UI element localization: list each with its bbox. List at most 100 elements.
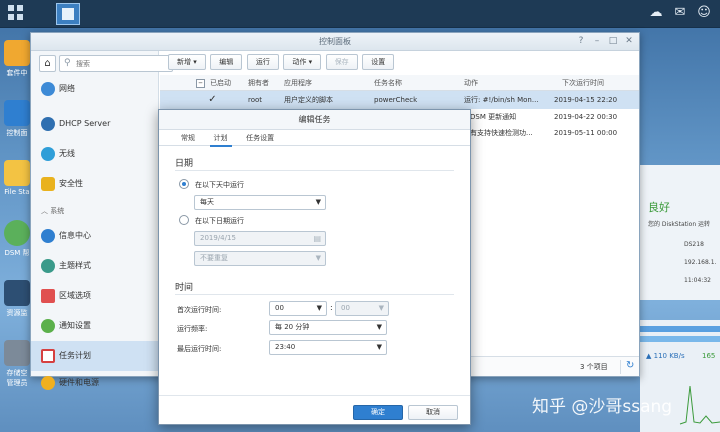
last-run-select[interactable]: 23:40 ▼ [269,340,387,355]
enabled-checkmark-icon[interactable]: ✓ [208,95,217,105]
sidebar-item-network[interactable]: 网络 [31,77,159,101]
palette-icon [41,259,55,273]
sidebar-group-system[interactable]: ︿ 系统 [31,203,159,219]
last-run-label: 最后运行时间: [177,345,222,353]
home-button[interactable]: ⌂ [39,55,56,72]
desktop-icon-dsm-help[interactable]: DSM 帮 [0,220,34,258]
package-icon [4,40,30,66]
taskbar: ☁ ✉ ☺ [0,0,720,28]
health-message: 您的 DiskStation 运转 [648,221,711,228]
cancel-button[interactable]: 取消 [408,405,458,420]
first-run-minute-select[interactable]: 00 ▼ [335,301,389,316]
dialog-title[interactable]: 编辑任务 [159,110,470,130]
time-value: 11:04:32 [684,277,711,284]
toolbar: 新增 ▾ 编辑 运行 动作 ▾ 保存 设置 [160,51,639,73]
tab-general[interactable]: 常规 [173,130,203,146]
sidebar-item-wireless[interactable]: 无线 [31,139,159,169]
sidebar-item-dhcp[interactable]: DHCP Server [31,109,159,139]
control-panel-taskbar-icon[interactable] [56,3,80,25]
time-section-title: 时间 [175,283,194,293]
sidebar-item-security[interactable]: 安全性 [31,169,159,199]
notification-icon[interactable]: ✉ [672,5,688,21]
folder-icon [4,160,30,186]
date-picker[interactable]: 2019/4/15 ▤ [194,231,326,246]
run-on-date-radio[interactable] [179,215,189,225]
date-section-title: 日期 [175,159,194,169]
dropdown-arrow-icon: ▼ [376,343,382,351]
sidebar-item-task-scheduler[interactable]: 任务计划 [31,341,159,371]
calendar-icon [41,289,55,303]
footer-divider [620,360,621,374]
new-button[interactable]: 新增 ▾ [168,54,206,70]
dropdown-arrow-icon: ▼ [315,198,321,206]
search-input[interactable] [76,58,168,70]
edit-task-dialog: 编辑任务 常规 计划 任务设置 日期 在以下天中运行 每天 ▼ 在以下日期运行 … [158,109,471,425]
sidebar-item-theme[interactable]: 主题样式 [31,251,159,281]
desktop-icon-package-center[interactable]: 套件中 [0,40,34,78]
window-title: 控制面板 [319,37,351,46]
task-icon [41,349,55,363]
help-icon[interactable]: ? [575,35,587,47]
dropdown-arrow-icon: ▼ [316,304,322,312]
help-icon [4,220,30,246]
tab-task-settings[interactable]: 任务设置 [238,130,282,146]
section-divider [175,294,454,295]
ok-button[interactable]: 确定 [353,405,403,420]
run-on-days-radio[interactable] [179,179,189,189]
download-speed: 165 [702,352,716,360]
days-select[interactable]: 每天 ▼ [194,195,326,210]
watermark: 知乎 @沙哥ssang [532,397,673,417]
settings-button[interactable]: 设置 [362,54,395,70]
select-all-checkbox[interactable]: – [196,79,205,88]
first-run-hour-select[interactable]: 00 ▼ [269,301,327,316]
control-panel-titlebar[interactable]: 控制面板 ? – □ ✕ [31,33,639,51]
item-count: 3 个项目 [580,363,608,371]
main-menu-icon[interactable] [8,5,24,21]
user-icon[interactable]: ☺ [696,5,712,21]
maximize-icon[interactable]: □ [607,35,619,47]
dhcp-icon [41,117,55,131]
desktop-icon-file-station[interactable]: File Sta [0,160,34,196]
info-icon [41,229,55,243]
run-button[interactable]: 运行 [246,54,279,70]
search-box[interactable]: ⚲ [59,55,173,72]
minimize-icon[interactable]: – [591,35,603,47]
ip-value: 192.168.1. [684,259,717,266]
repeat-select[interactable]: 不要重复 ▼ [194,251,326,266]
sidebar-item-hardware[interactable]: 硬件和电源 [31,371,159,395]
sidebar-item-notification[interactable]: 通知设置 [31,311,159,341]
ram-bar [640,336,720,342]
refresh-icon[interactable]: ↻ [626,360,634,371]
wifi-icon [41,147,55,161]
bulb-icon [41,376,55,390]
dropdown-arrow-icon: ▼ [376,323,382,331]
desktop-icon-resource-monitor[interactable]: 资源监 [0,280,34,318]
dropdown-arrow-icon: ▼ [315,254,321,262]
chevron-up-icon: ︿ [41,207,48,215]
dropdown-arrow-icon: ▼ [378,304,384,312]
model-value: DS218 [684,241,704,248]
save-button[interactable]: 保存 [325,54,358,70]
dialog-footer-divider [159,395,470,396]
cloud-user-icon[interactable]: ☁ [648,5,664,21]
desktop-icon-storage-manager[interactable]: 存储空 管理员 [0,340,34,388]
control-panel-icon [4,100,30,126]
sidebar-item-regional[interactable]: 区域选项 [31,281,159,311]
sidebar-item-info-center[interactable]: 信息中心 [31,221,159,251]
frequency-select[interactable]: 每 20 分钟 ▼ [269,320,387,335]
frequency-label: 运行频率: [177,325,208,333]
edit-button[interactable]: 编辑 [210,54,243,70]
sidebar-search: ⌂ ⚲ [39,55,173,73]
table-row[interactable]: ✓ root 用户定义的脚本 powerCheck 运行: #!/bin/sh … [160,91,639,109]
shield-icon [41,177,55,191]
search-icon: ⚲ [64,58,71,68]
cpu-bar [640,326,720,332]
tab-schedule[interactable]: 计划 [206,130,236,147]
desktop-icon-control-panel[interactable]: 控制面 [0,100,34,138]
run-on-date-label: 在以下日期运行 [195,217,244,225]
table-header: – 已启动 拥有者 应用程序 任务名称 动作 下次运行时间 [160,75,639,91]
time-separator: : [330,303,333,312]
health-status: 良好 [648,201,670,214]
action-button[interactable]: 动作 ▾ [283,54,322,70]
close-icon[interactable]: ✕ [623,35,635,47]
